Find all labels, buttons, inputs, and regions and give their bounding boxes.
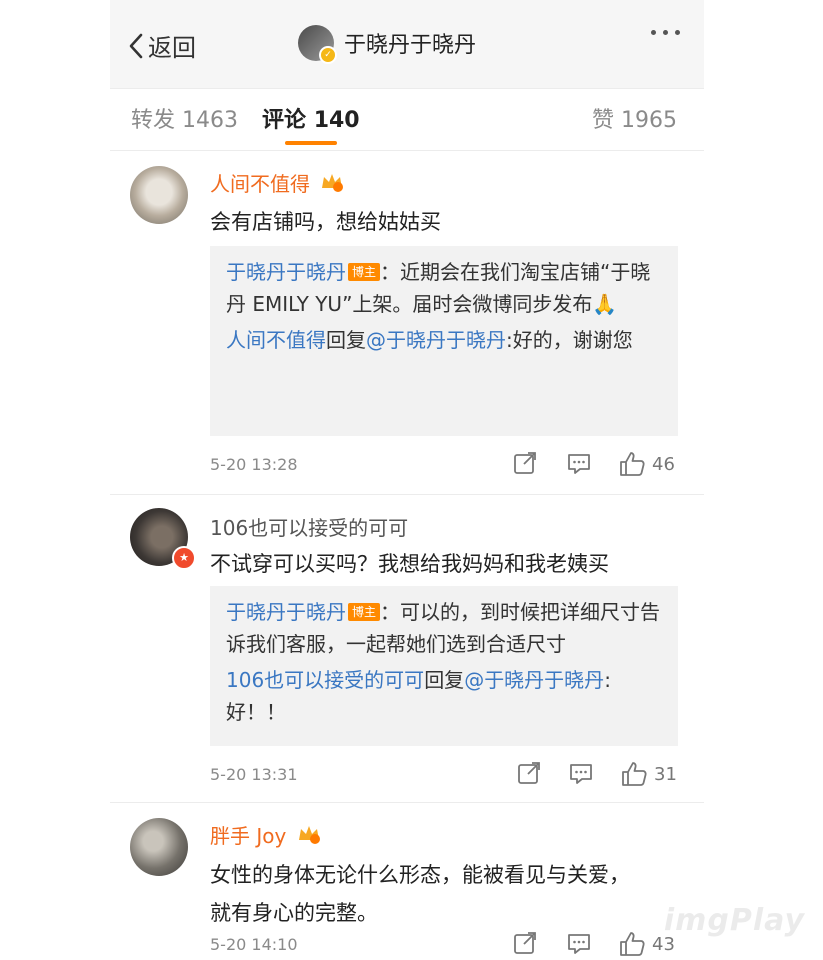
thumbs-up-icon: [620, 932, 645, 956]
comment-time: 5-20 13:31: [210, 765, 298, 784]
reply-author-link[interactable]: 于晓丹于晓丹: [226, 260, 346, 284]
back-button[interactable]: 返回: [126, 28, 196, 63]
chevron-left-icon: [129, 33, 143, 58]
weibo-comment-screen: 返回 ✓ 于晓丹于晓丹 转发 1463 评论 140 赞 1965 人间不值得: [110, 0, 704, 960]
divider: [110, 802, 704, 803]
username-text: 胖手 Joy: [210, 824, 287, 848]
comment-meta: 5-20 14:10 43: [210, 930, 678, 960]
reply-line: 人间不值得回复@于晓丹于晓丹:好的，谢谢您: [226, 324, 662, 356]
reply-author-link[interactable]: 于晓丹于晓丹: [226, 600, 346, 624]
reply-line: 于晓丹于晓丹 博主 ：近期会在我们淘宝店铺“于晓丹 EMILY YU”上架。届时会微…: [226, 256, 662, 320]
tab-repost-label: 转发: [131, 108, 176, 133]
share-icon[interactable]: [512, 930, 538, 960]
watermark-logo: imgPlay: [663, 903, 805, 938]
reply-author-link[interactable]: 人间不值得: [226, 328, 326, 352]
username-text: 人间不值得: [210, 172, 310, 196]
like-button[interactable]: 31: [620, 760, 677, 788]
thumbs-up-icon: [620, 452, 645, 476]
avatar[interactable]: [130, 818, 188, 876]
reply-comment-icon[interactable]: [566, 450, 592, 480]
reply-line: 于晓丹于晓丹 博主 ：可以的，到时候把详细尺寸告诉我们客服，一起帮她们选到合适尺寸: [226, 596, 662, 660]
comment-text: 会有店铺吗，想给姑姑买: [210, 210, 441, 234]
mention-link[interactable]: @于晓丹于晓丹: [366, 328, 506, 352]
top-nav-bar: 返回 ✓ 于晓丹于晓丹: [110, 0, 704, 89]
share-icon[interactable]: [512, 450, 538, 480]
tab-repost-count: 1463: [182, 108, 239, 133]
comment-time: 5-20 14:10: [210, 935, 298, 954]
comment-meta: 5-20 13:28 46: [210, 450, 678, 480]
tab-bar: 转发 1463 评论 140 赞 1965: [110, 88, 704, 151]
tab-likes-label: 赞: [592, 108, 615, 133]
active-tab-indicator: [285, 141, 337, 145]
nav-title-group[interactable]: ✓ 于晓丹于晓丹: [298, 25, 477, 64]
tab-comments-label: 评论: [262, 108, 307, 133]
comment-username[interactable]: 人间不值得: [210, 168, 344, 197]
reply-box[interactable]: 于晓丹于晓丹 博主 ：近期会在我们淘宝店铺“于晓丹 EMILY YU”上架。届时会微…: [210, 246, 678, 436]
like-button[interactable]: 46: [618, 450, 675, 478]
share-icon[interactable]: [516, 760, 542, 790]
page-title: 于晓丹于晓丹: [344, 33, 477, 58]
tab-repost[interactable]: 转发 1463: [131, 102, 238, 134]
mention-link[interactable]: @于晓丹于晓丹: [464, 668, 604, 692]
tab-comments[interactable]: 评论 140: [262, 102, 360, 134]
reply-verb: 回复: [424, 668, 465, 692]
comment-username[interactable]: 106也可以接受的可可: [210, 512, 408, 541]
member-crown-icon: [322, 174, 344, 192]
back-label: 返回: [148, 34, 196, 62]
divider: [110, 494, 704, 495]
reply-author-link[interactable]: 106也可以接受的可可: [226, 668, 424, 692]
reply-text: :好的，谢谢您: [506, 328, 633, 352]
comment-time: 5-20 13:28: [210, 455, 298, 474]
host-badge: 博主: [348, 603, 381, 621]
verified-badge-icon: ✓: [319, 46, 337, 64]
comment-text: 女性的身体无论什么形态，能被看见与关爱，就有身心的完整。: [210, 863, 630, 925]
host-badge: 博主: [348, 263, 381, 281]
reply-box[interactable]: 于晓丹于晓丹 博主 ：可以的，到时候把详细尺寸告诉我们客服，一起帮她们选到合适尺寸 …: [210, 586, 678, 746]
verified-star-icon: ★: [172, 546, 196, 570]
tab-likes-count: 1965: [621, 108, 678, 133]
reply-comment-icon[interactable]: [568, 760, 594, 790]
reply-line: 106也可以接受的可可回复@于晓丹于晓丹:好！！: [226, 664, 662, 728]
thumbs-up-icon: [622, 762, 647, 786]
avatar[interactable]: [130, 166, 188, 224]
comment-text: 不试穿可以买吗？我想给我妈妈和我老姨买: [210, 552, 609, 576]
more-options-icon[interactable]: [651, 30, 680, 35]
avatar[interactable]: ✓: [298, 25, 337, 64]
comment-meta: 5-20 13:31 31: [210, 760, 678, 790]
member-crown-icon: [298, 826, 320, 844]
tab-comments-count: 140: [313, 108, 360, 133]
comment-username[interactable]: 胖手 Joy: [210, 820, 321, 849]
reply-comment-icon[interactable]: [566, 930, 592, 960]
like-count: 31: [654, 763, 677, 785]
like-count: 46: [652, 453, 675, 475]
reply-verb: 回复: [326, 328, 366, 352]
tab-likes[interactable]: 赞 1965: [592, 102, 677, 134]
